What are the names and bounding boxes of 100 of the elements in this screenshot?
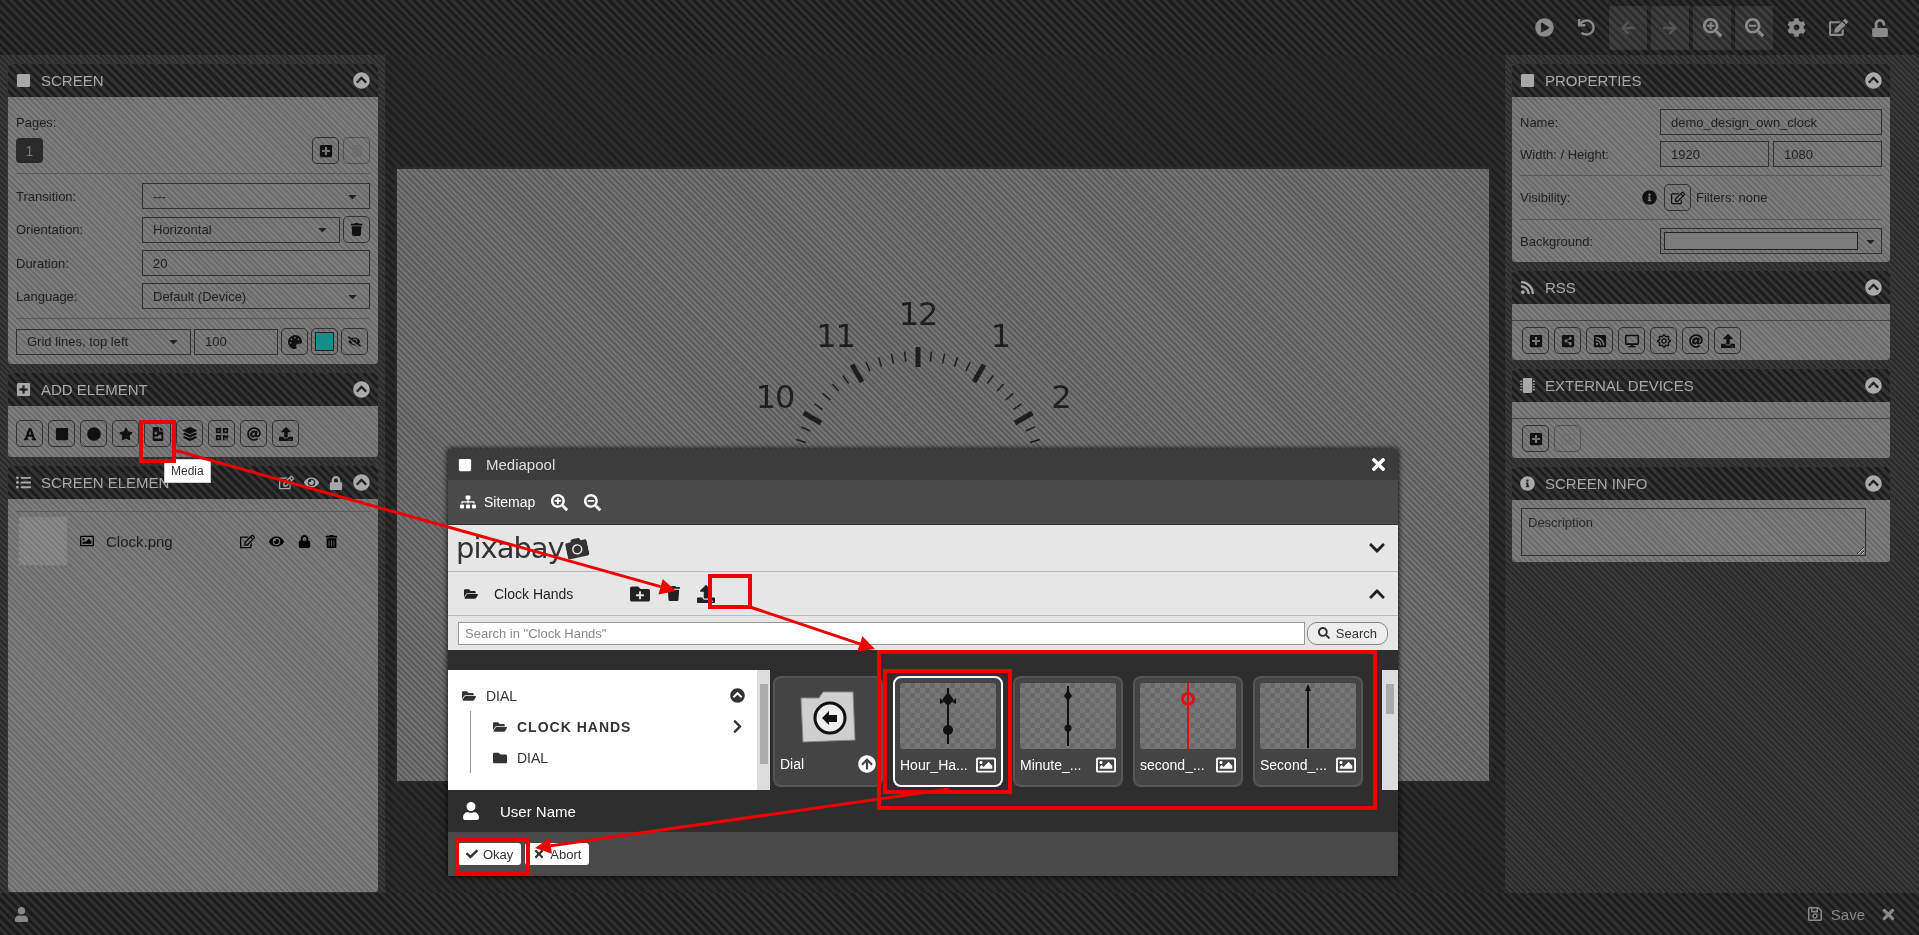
square-button[interactable] (48, 420, 75, 447)
collapse-button[interactable] (1865, 72, 1882, 89)
add-page-button[interactable] (312, 137, 339, 164)
file-name: Hour_Ha... (900, 757, 968, 773)
okay-button[interactable]: Okay (458, 843, 522, 865)
close-button[interactable] (1369, 455, 1388, 474)
description-field[interactable]: Description (1521, 508, 1866, 556)
search-field[interactable]: Search in "Clock Hands" (458, 621, 1305, 645)
image-icon (80, 534, 94, 548)
zoom-in-button[interactable] (551, 493, 569, 511)
tree-item[interactable]: DIAL (462, 680, 745, 711)
tree-item[interactable]: DIAL (470, 742, 745, 773)
collapse-button[interactable] (1865, 475, 1882, 492)
field-label: Pages: (16, 115, 58, 130)
chevron-up-icon (1865, 72, 1882, 89)
upload-icon (697, 584, 715, 603)
scrollbar[interactable] (757, 670, 770, 790)
file-name: Minute_... (1020, 757, 1082, 773)
file-card[interactable]: second_... (1133, 676, 1243, 787)
chevron-up-icon (1865, 475, 1882, 492)
zoom-out-button[interactable] (1735, 5, 1773, 50)
field-label: Orientation: (16, 222, 85, 237)
zoom-in-button[interactable] (1693, 5, 1731, 50)
panel-title: EXTERNAL DEVICES (1545, 377, 1695, 394)
zoom-out-icon (1744, 18, 1764, 37)
panel-title: SCREEN (41, 72, 105, 89)
at-sign-icon (246, 426, 261, 441)
clock-numeral: 2 (1051, 377, 1071, 416)
upload-icon (278, 426, 293, 441)
play-icon (1534, 18, 1554, 37)
palette-icon (287, 334, 302, 349)
chevron-up-icon (353, 72, 370, 89)
clock-numeral: 10 (755, 377, 795, 416)
select-field[interactable]: --- (142, 183, 370, 209)
search-button[interactable]: Search (1306, 621, 1388, 645)
folder-card[interactable]: Dial (773, 676, 883, 787)
collapse-button[interactable] (1865, 279, 1882, 296)
star-button[interactable] (112, 420, 139, 447)
upload-button[interactable] (697, 584, 715, 603)
input-field[interactable]: demo_design_own_clock (1660, 109, 1882, 135)
add-icon (1528, 431, 1543, 446)
element-name[interactable]: Clock.png (106, 532, 228, 550)
scrollbar[interactable] (1382, 670, 1398, 790)
save-button[interactable]: Save (1806, 905, 1865, 923)
highlight-frame (708, 574, 752, 609)
file-name: Second_... (1260, 757, 1327, 773)
file-card[interactable]: Hour_Ha... (893, 676, 1003, 787)
plus-button[interactable] (1522, 327, 1549, 354)
field-label: Background: (1520, 233, 1594, 249)
circle-icon (86, 426, 101, 441)
media-icon (150, 426, 165, 441)
circle-button[interactable] (80, 420, 107, 447)
select-field[interactable]: Grid lines, top left (16, 328, 191, 355)
file-card[interactable]: Second_... (1253, 676, 1363, 787)
folder-icon (462, 688, 476, 703)
collapse-button[interactable] (353, 474, 370, 491)
input-field[interactable]: 1080 (1773, 141, 1882, 167)
sun-button[interactable] (1650, 327, 1677, 354)
trash-icon (325, 534, 338, 548)
file-card[interactable]: Minute_... (1013, 676, 1123, 787)
select-field[interactable]: Default (Device) (142, 283, 370, 309)
at-sign-button[interactable] (1682, 327, 1709, 354)
tooltip: Media (164, 459, 211, 483)
color-select[interactable] (1660, 228, 1882, 254)
at-sign-button[interactable] (240, 420, 267, 447)
text-button[interactable] (16, 420, 43, 447)
rss-icon (1520, 280, 1535, 295)
layers-button[interactable] (176, 420, 203, 447)
collapse-button[interactable] (353, 381, 370, 398)
monitor-button[interactable] (1618, 327, 1645, 354)
chevron-up-icon (1865, 279, 1882, 296)
collapse-button[interactable] (1865, 377, 1882, 394)
folder-icon (493, 719, 507, 734)
collapse-button[interactable] (353, 72, 370, 89)
field-label: Transition: (16, 188, 78, 204)
hide-button[interactable] (341, 328, 368, 355)
palette-button[interactable] (281, 328, 308, 355)
monitor-icon (1624, 333, 1639, 348)
qr-code-button[interactable] (208, 420, 235, 447)
edit-icon (1670, 190, 1685, 205)
share-button[interactable] (1554, 327, 1581, 354)
image-icon (1096, 755, 1116, 775)
add-button[interactable] (1522, 425, 1549, 452)
share-icon (1560, 333, 1575, 348)
color-swatch[interactable] (311, 328, 338, 355)
panel-title: ADD ELEMENT (41, 381, 149, 398)
clock-numeral: 12 (898, 295, 938, 333)
zoom-in-icon (551, 493, 569, 511)
tree-item[interactable]: CLOCK HANDS (470, 711, 745, 742)
sitemap-button[interactable]: Sitemap (460, 494, 536, 510)
clock-numeral: 11 (816, 317, 855, 356)
edit-button[interactable] (1664, 184, 1691, 211)
rss-button[interactable] (1586, 327, 1613, 354)
upload-icon (1720, 333, 1735, 348)
input-field[interactable]: 100 (194, 328, 278, 355)
select-field[interactable]: Horizontal (142, 216, 340, 243)
unlock-icon (1871, 18, 1889, 37)
check-icon (466, 848, 478, 860)
zoom-out-button[interactable] (584, 493, 602, 511)
folder-name: Clock Hands (494, 585, 575, 602)
